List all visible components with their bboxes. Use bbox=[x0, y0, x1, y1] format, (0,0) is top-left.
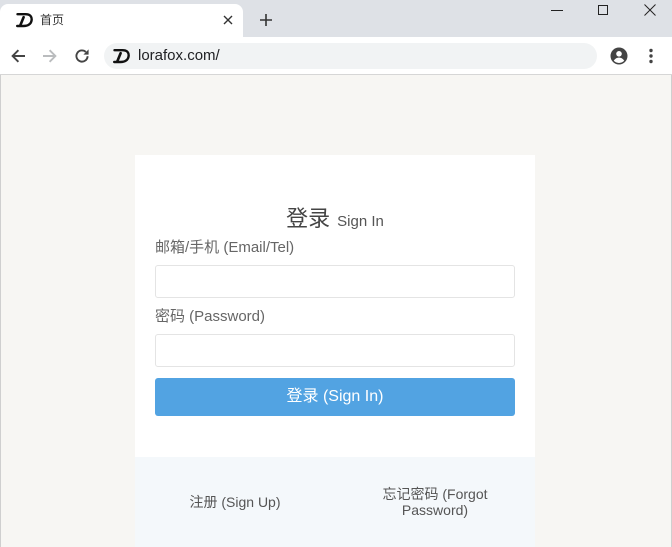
forward-arrow-icon[interactable] bbox=[42, 48, 58, 64]
maximize-icon[interactable] bbox=[596, 3, 610, 17]
tab-title: 首页 bbox=[40, 13, 65, 27]
login-card: 登录 Sign In 邮箱/手机 (Email/Tel) 密码 (Password… bbox=[135, 155, 535, 457]
email-input[interactable] bbox=[155, 265, 515, 298]
browser-toolbar: lorafox.com/ bbox=[0, 37, 672, 75]
forgot-password-link[interactable]: 忘记密码 (Forgot Password) bbox=[370, 486, 500, 518]
browser-window: 首页 lorafox.com/ 登录 Sign In 邮箱/手机 (Email/… bbox=[0, 0, 672, 547]
back-arrow-icon[interactable] bbox=[10, 48, 26, 64]
email-label: 邮箱/手机 (Email/Tel) bbox=[155, 239, 295, 256]
sign-up-link[interactable]: 注册 (Sign Up) bbox=[189, 494, 280, 510]
tab-home[interactable]: 首页 bbox=[0, 4, 243, 37]
tab-strip: 首页 bbox=[0, 0, 672, 37]
forgot-password-cell: 忘记密码 (Forgot Password) bbox=[335, 457, 535, 547]
tab-close-button[interactable] bbox=[221, 13, 235, 27]
login-title-en: Sign In bbox=[337, 213, 384, 230]
window-close-icon[interactable] bbox=[643, 3, 657, 17]
login-title: 登录 Sign In bbox=[135, 205, 535, 233]
address-url: lorafox.com/ bbox=[138, 47, 220, 64]
new-tab-button[interactable] bbox=[258, 12, 274, 28]
minimize-icon[interactable] bbox=[550, 3, 564, 17]
close-icon bbox=[223, 15, 233, 25]
login-card-footer: 注册 (Sign Up) 忘记密码 (Forgot Password) bbox=[135, 457, 535, 547]
password-label: 密码 (Password) bbox=[155, 308, 266, 325]
address-bar[interactable]: lorafox.com/ bbox=[104, 43, 597, 69]
password-input[interactable] bbox=[155, 334, 515, 367]
login-title-zh: 登录 bbox=[286, 206, 331, 231]
menu-dots-icon[interactable] bbox=[645, 48, 657, 64]
lorafox-logo-icon bbox=[16, 12, 33, 28]
reload-icon[interactable] bbox=[74, 48, 90, 64]
account-icon[interactable] bbox=[610, 47, 628, 65]
sign-in-button[interactable]: 登录 (Sign In) bbox=[155, 378, 515, 416]
plus-icon bbox=[260, 14, 272, 26]
sign-up-cell: 注册 (Sign Up) bbox=[135, 457, 335, 547]
lorafox-logo-icon bbox=[113, 48, 130, 64]
